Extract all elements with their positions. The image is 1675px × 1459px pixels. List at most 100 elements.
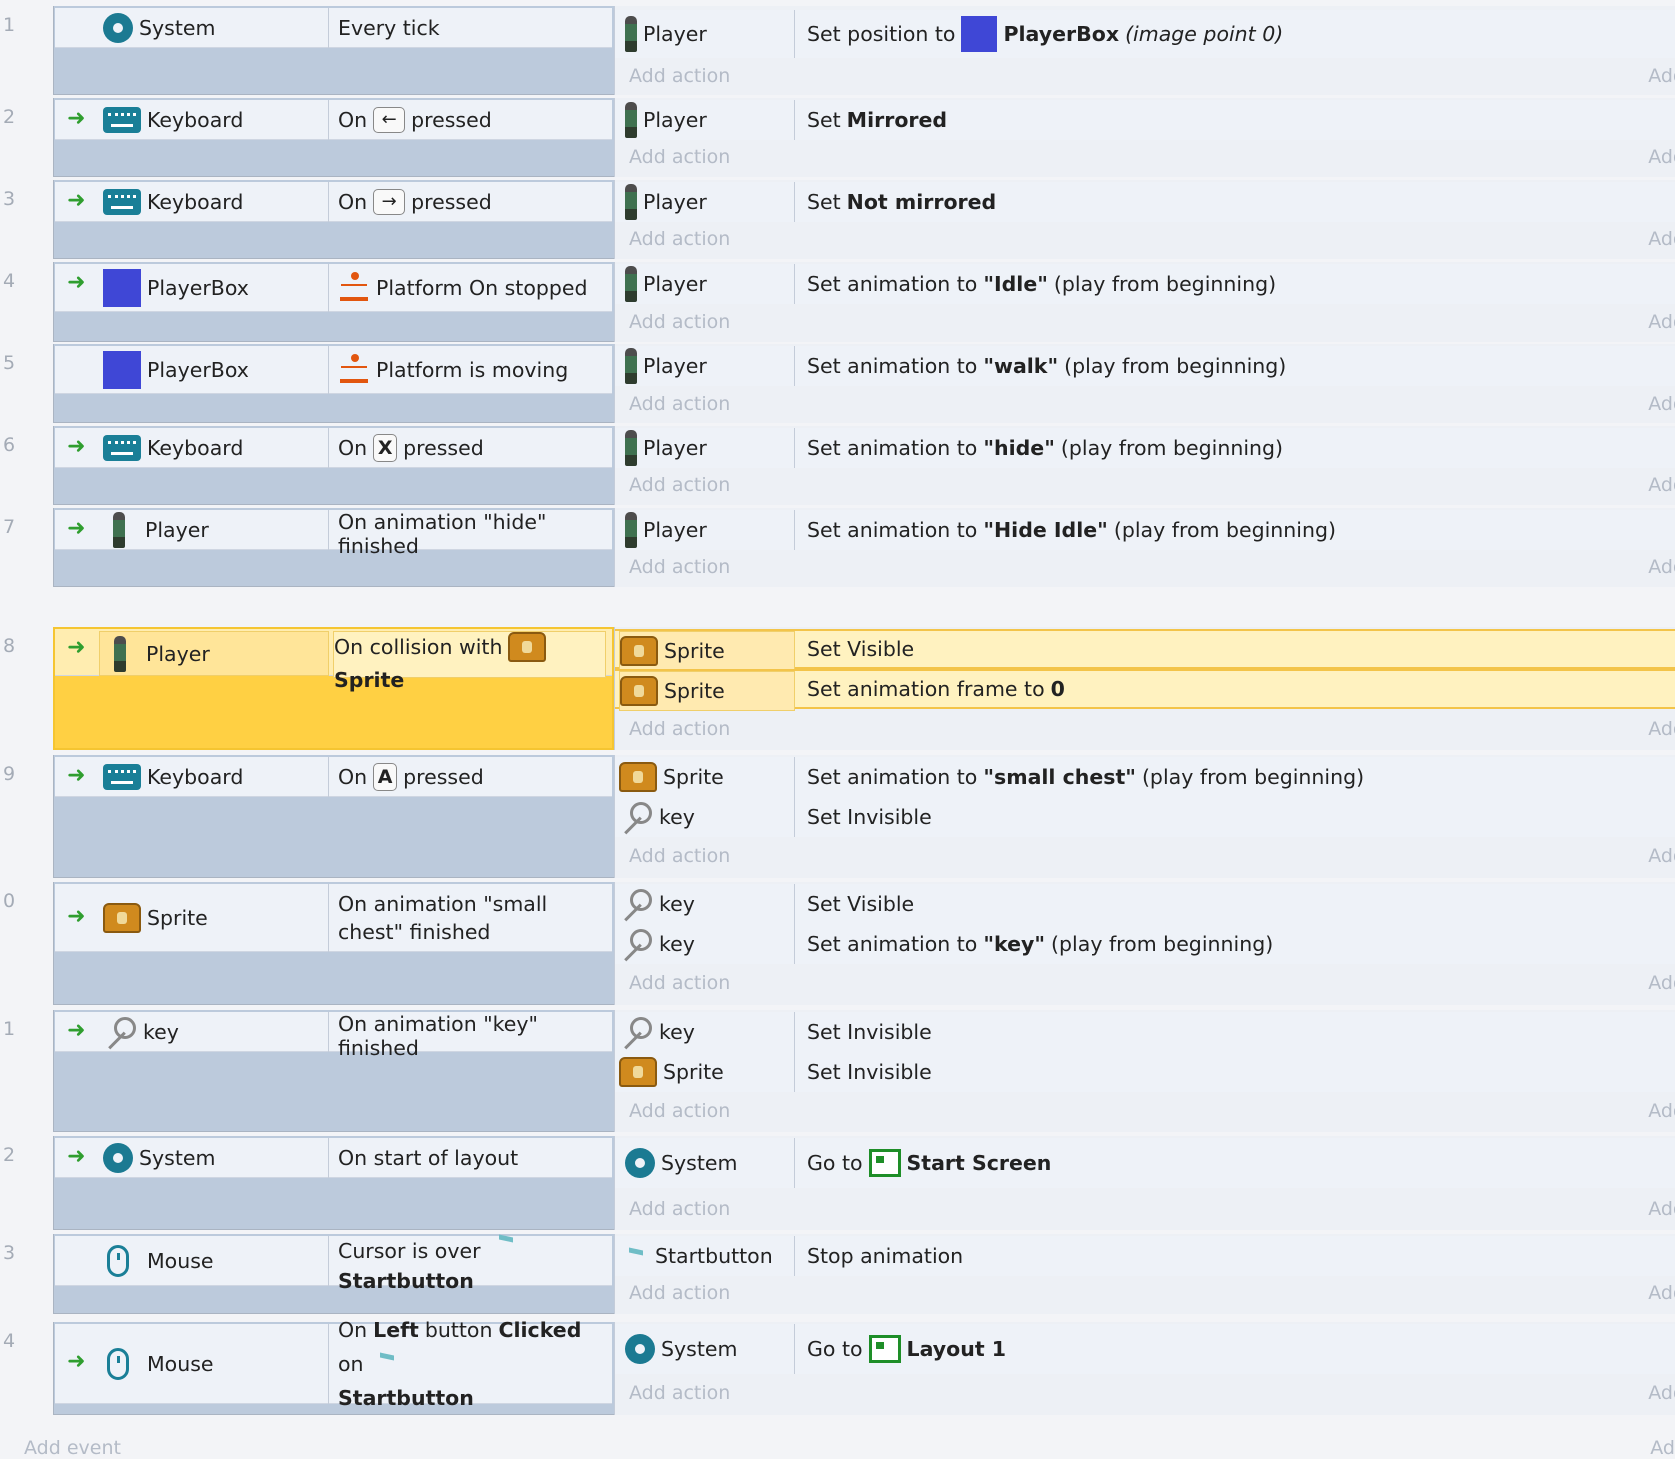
action-row[interactable]: Player Set Not mirrored	[615, 182, 1675, 222]
action-param: "small chest"	[983, 765, 1136, 789]
add-action-link[interactable]: Add action	[629, 65, 730, 87]
action-object: key	[659, 1020, 695, 1044]
action-row[interactable]: key Set animation to "key" (play from begi…	[615, 924, 1675, 964]
add-action-link[interactable]: Add action	[629, 146, 730, 168]
event-6[interactable]: 6 ➜ Keyboard On Xpressed Player Set anima…	[0, 426, 1675, 505]
action-row[interactable]: System Go to Start Screen	[615, 1138, 1675, 1188]
event-11[interactable]: 1 ➜ key On animation "key" finished key …	[0, 1010, 1675, 1132]
add-action-link[interactable]: Add action	[629, 474, 730, 496]
event-12[interactable]: 2 ➜ System On start of layout System Go …	[0, 1136, 1675, 1230]
condition-object: PlayerBox	[147, 358, 249, 382]
add-link-right[interactable]: Add	[1648, 228, 1675, 250]
action-row[interactable]: Player Set Mirrored	[615, 100, 1675, 140]
add-event-link[interactable]: Add event	[24, 1437, 121, 1459]
action-row[interactable]: Player Set animation to "walk" (play from …	[615, 346, 1675, 386]
condition-text: pressed	[403, 764, 484, 789]
condition-row[interactable]: ➜ Keyboard On Apressed	[55, 757, 612, 797]
add-link-right[interactable]: Add	[1648, 556, 1675, 578]
add-action-link[interactable]: Add action	[629, 718, 730, 740]
condition-text: Platform On stopped	[376, 275, 588, 300]
player-sprite-icon	[625, 512, 637, 548]
condition-row[interactable]: ➜ Keyboard On Xpressed	[55, 428, 612, 468]
add-action-link[interactable]: Add action	[629, 228, 730, 250]
action-row[interactable]: Sprite Set animation to "small chest" (pla…	[615, 757, 1675, 797]
chest-sprite-icon	[103, 903, 141, 933]
event-number: 1	[3, 14, 16, 36]
action-row[interactable]: key Set Invisible	[615, 797, 1675, 837]
add-action-link[interactable]: Add action	[629, 1382, 730, 1404]
action-row[interactable]: Player Set position to PlayerBox (image po…	[615, 10, 1675, 58]
condition-row[interactable]: PlayerBox Platform is moving	[55, 346, 612, 394]
event-13[interactable]: 3 Mouse Cursor is over Startbutton Startb…	[0, 1234, 1675, 1314]
event-number: 2	[3, 1144, 16, 1166]
condition-row[interactable]: System Every tick	[55, 8, 612, 48]
event-8-selected[interactable]: 8 ➜ Player On collision with Sprite Sprit…	[0, 627, 1675, 750]
action-row[interactable]: Startbutton Stop animation	[615, 1236, 1675, 1276]
add-action-link[interactable]: Add action	[629, 972, 730, 994]
action-text: Set Invisible	[807, 1060, 932, 1084]
action-row[interactable]: key Set Visible	[615, 884, 1675, 924]
condition-row[interactable]: ➜ key On animation "key" finished	[55, 1012, 612, 1060]
condition-row[interactable]: ➜ PlayerBox Platform On stopped	[55, 264, 612, 312]
action-text: Set animation to	[807, 518, 978, 542]
add-link-right[interactable]: Add	[1648, 1100, 1675, 1122]
add-link-right[interactable]: Add	[1648, 311, 1675, 333]
add-link-right[interactable]: Add	[1648, 474, 1675, 496]
trigger-arrow-icon: ➜	[67, 1144, 86, 1169]
condition-row[interactable]: ➜ Sprite On animation "small chest" fini…	[55, 884, 612, 952]
event-2[interactable]: 2 ➜ Keyboard On ← pressed Player Set Mirror…	[0, 98, 1675, 177]
action-param-detail: (play from beginning)	[1060, 436, 1284, 460]
add-link-right[interactable]: Add	[1648, 1198, 1675, 1220]
action-row[interactable]: Player Set animation to "hide" (play from …	[615, 428, 1675, 468]
action-row[interactable]: key Set Invisible	[615, 1012, 1675, 1052]
condition-row[interactable]: Mouse Cursor is over Startbutton	[55, 1234, 612, 1293]
action-row[interactable]: Sprite Set Invisible	[615, 1052, 1675, 1092]
event-9[interactable]: 9 ➜ Keyboard On Apressed Sprite Set anima…	[0, 755, 1675, 878]
system-gear-icon	[103, 1143, 133, 1173]
add-link-right[interactable]: Add	[1648, 1382, 1675, 1404]
add-link-right[interactable]: Add	[1648, 1282, 1675, 1304]
event-7[interactable]: 7 ➜ Player On animation "hide" finished …	[0, 508, 1675, 587]
add-action-link[interactable]: Add action	[629, 393, 730, 415]
action-row[interactable]: System Go to Layout 1	[615, 1324, 1675, 1374]
action-object: Startbutton	[655, 1244, 773, 1268]
condition-row[interactable]: ➜ Keyboard On ← pressed	[55, 100, 612, 140]
condition-row[interactable]: ➜ Mouse On Left button Clicked on Startbutton	[55, 1318, 612, 1410]
add-action-link[interactable]: Add action	[629, 845, 730, 867]
event-14[interactable]: 4 ➜ Mouse On Left button Clicked on Startbutt…	[0, 1318, 1675, 1415]
condition-row[interactable]: ➜ Keyboard On → pressed	[55, 182, 612, 222]
add-link-right[interactable]: Add	[1648, 65, 1675, 87]
event-10[interactable]: 0 ➜ Sprite On animation "small chest" fi…	[0, 882, 1675, 1005]
event-1[interactable]: 1 System Every tick Player Set position …	[0, 6, 1675, 95]
playerbox-icon	[961, 16, 998, 52]
condition-row[interactable]: ➜ Player On collision with Sprite	[55, 629, 612, 692]
event-number: 7	[3, 516, 16, 538]
add-link-right[interactable]: Add	[1648, 972, 1675, 994]
condition-param: Startbutton	[338, 1385, 474, 1410]
event-number: 3	[3, 188, 16, 210]
add-action-link[interactable]: Add action	[629, 1282, 730, 1304]
action-row[interactable]: Sprite Set animation frame to 0	[615, 669, 1675, 711]
add-link-right[interactable]: Add	[1648, 718, 1675, 740]
event-4[interactable]: 4 ➜ PlayerBox Platform On stopped Player…	[0, 262, 1675, 342]
condition-object: Keyboard	[147, 436, 244, 460]
action-object: Player	[643, 354, 707, 378]
event-5[interactable]: 5 PlayerBox Platform is moving Player Se…	[0, 344, 1675, 423]
condition-row[interactable]: ➜ System On start of layout	[55, 1138, 612, 1178]
event-number: 6	[3, 434, 16, 456]
add-action-link[interactable]: Add action	[629, 1198, 730, 1220]
add-action-link[interactable]: Add action	[629, 311, 730, 333]
add-action-link[interactable]: Add action	[629, 556, 730, 578]
add-link-right[interactable]: Add	[1650, 1437, 1675, 1459]
action-row[interactable]: Player Set animation to "Idle" (play from …	[615, 264, 1675, 304]
condition-row[interactable]: ➜ Player On animation "hide" finished	[55, 510, 612, 558]
add-link-right[interactable]: Add	[1648, 845, 1675, 867]
add-link-right[interactable]: Add	[1648, 146, 1675, 168]
event-number: 8	[3, 635, 16, 657]
add-action-link[interactable]: Add action	[629, 1100, 730, 1122]
event-3[interactable]: 3 ➜ Keyboard On → pressed Player Set Not mi…	[0, 180, 1675, 259]
action-row[interactable]: Player Set animation to "Hide Idle" (play …	[615, 510, 1675, 550]
add-link-right[interactable]: Add	[1648, 393, 1675, 415]
action-row[interactable]: Sprite Set Visible	[615, 629, 1675, 671]
condition-text: on	[338, 1351, 364, 1376]
